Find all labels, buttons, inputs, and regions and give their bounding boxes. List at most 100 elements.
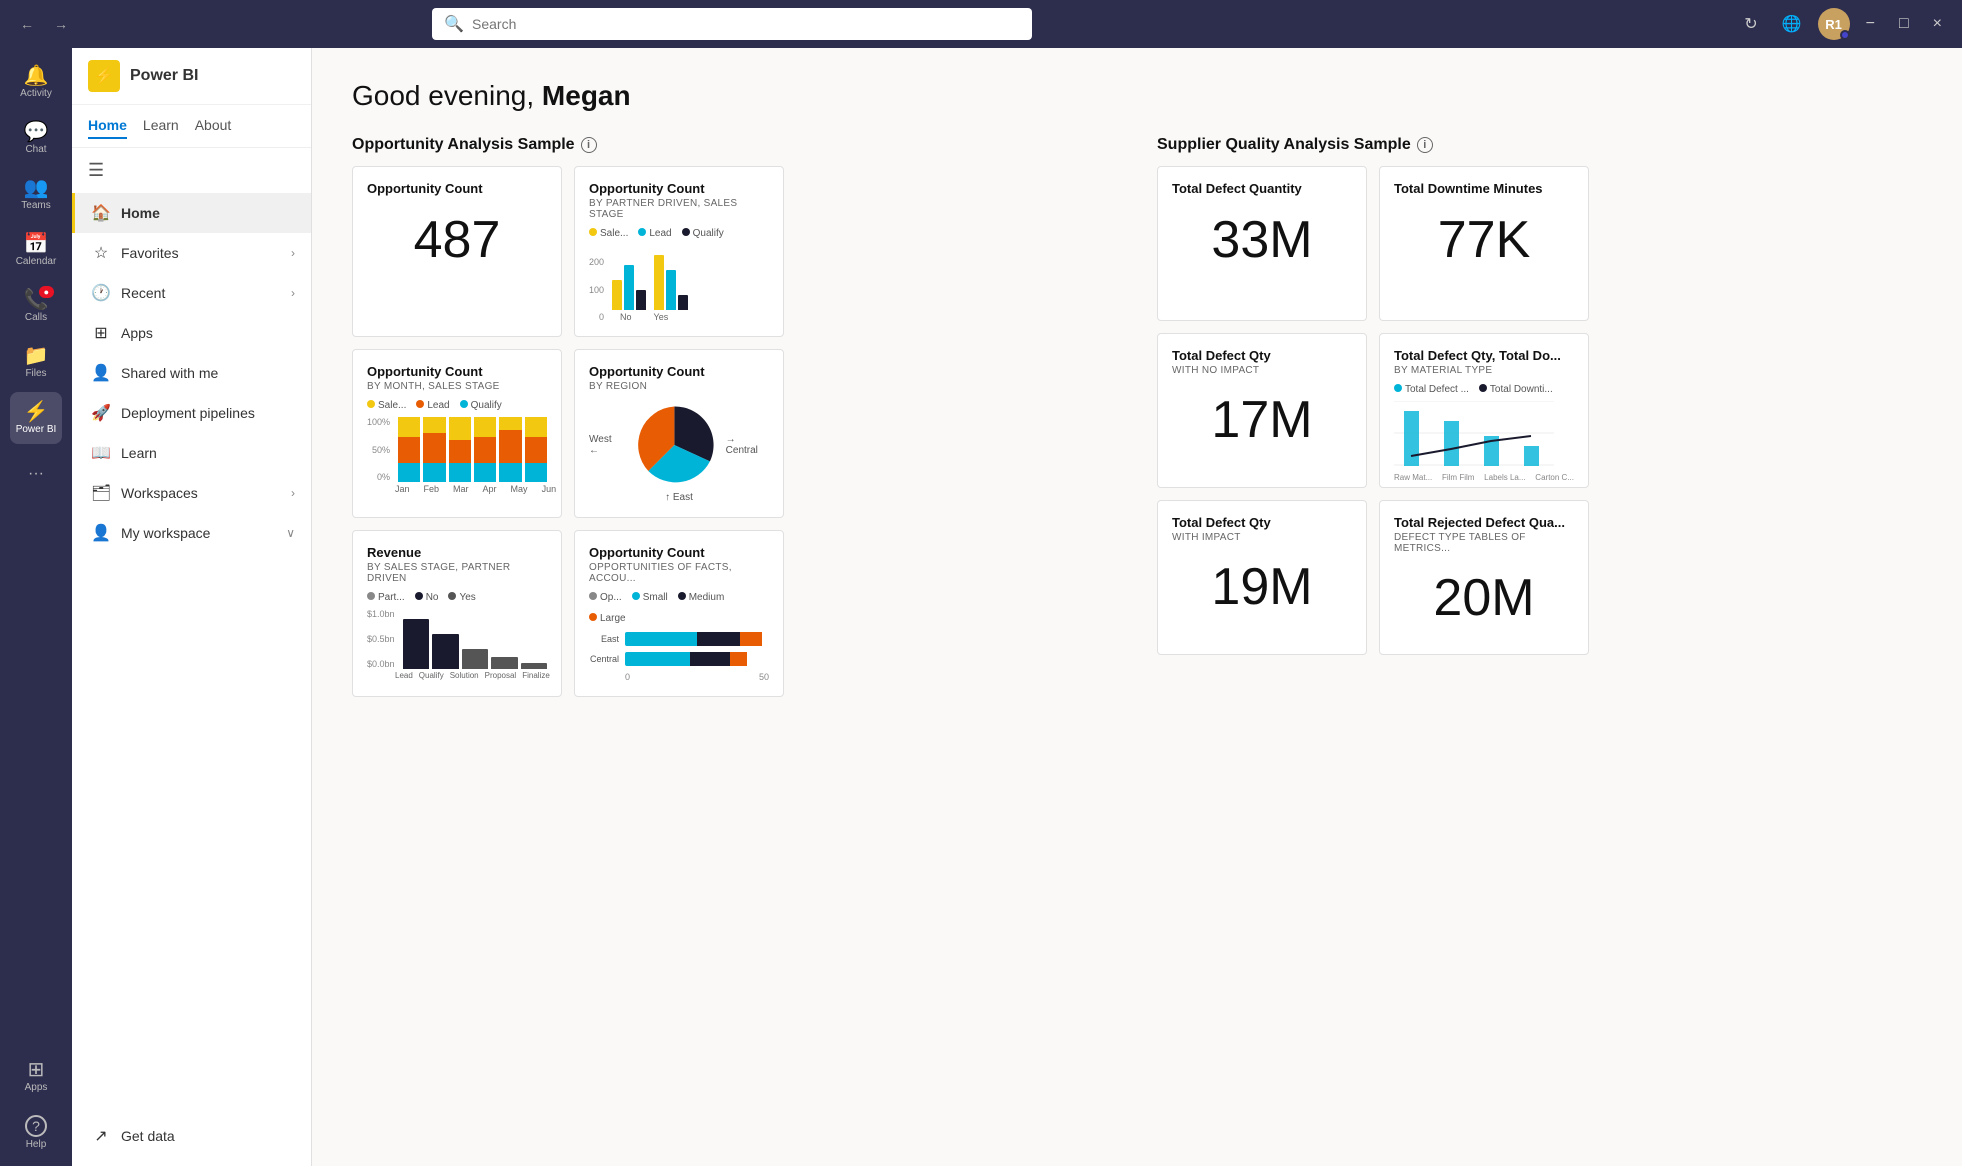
pipelines-nav-icon: 🚀	[91, 403, 111, 423]
legend-op: Op...	[589, 592, 622, 603]
card-opp-facts[interactable]: Opportunity Count OPPORTUNITIES OF FACTS…	[574, 530, 784, 697]
bar-no-qualify	[636, 290, 646, 310]
card-total-downtime[interactable]: Total Downtime Minutes 77K	[1379, 166, 1589, 321]
nav-item-shared[interactable]: 👤 Shared with me	[72, 353, 311, 393]
nav-item-getdata-label: Get data	[121, 1128, 175, 1144]
nav-item-myworkspace-label: My workspace	[121, 525, 210, 541]
sidebar-item-calls[interactable]: 📞 Calls ●	[10, 280, 62, 332]
nav-item-workspaces[interactable]: 🗂 Workspaces ›	[72, 473, 311, 513]
x-jun: Jun	[542, 484, 557, 494]
horiz-label-east: East	[589, 634, 619, 644]
y-100pct: 100%	[367, 417, 390, 427]
sidebar-item-powerbi[interactable]: ⚡ Power BI	[10, 392, 62, 444]
pbi-logo: ⚡	[88, 60, 120, 92]
card-rejected-defect[interactable]: Total Rejected Defect Qua... DEFECT TYPE…	[1379, 500, 1589, 655]
nav-item-myworkspace[interactable]: 👤 My workspace ∨	[72, 513, 311, 553]
pbi-sidebar: ⚡ Power BI Home Learn About ☰ 🏠 Home ☆ F…	[72, 48, 312, 1166]
close-button[interactable]: ×	[1925, 11, 1950, 37]
card-defect-material[interactable]: Total Defect Qty, Total Do... BY MATERIA…	[1379, 333, 1589, 488]
refresh-button[interactable]: ↻	[1736, 10, 1765, 38]
card-defect-impact[interactable]: Total Defect Qty WITH IMPACT 19M	[1157, 500, 1367, 655]
east-medium-bar	[697, 632, 740, 646]
chat-icon: 💬	[24, 122, 49, 142]
bar-yes-qualify	[678, 295, 688, 310]
opportunity-cards-grid: Opportunity Count 487 Opportunity Count …	[352, 166, 1117, 697]
getdata-nav-icon: ↗	[91, 1126, 111, 1146]
sidebar-item-more[interactable]: ···	[10, 448, 62, 500]
nav-item-apps-label: Apps	[121, 325, 153, 341]
card-opp-partner-subtitle: BY PARTNER DRIVEN, SALES STAGE	[589, 198, 769, 220]
nav-item-learn[interactable]: 📖 Learn	[72, 433, 311, 473]
nav-item-getdata[interactable]: ↗ Get data	[88, 1118, 295, 1154]
minimize-button[interactable]: −	[1858, 11, 1883, 37]
nav-item-workspaces-label: Workspaces	[121, 485, 198, 501]
pie-label-east: ↑ East	[665, 492, 693, 503]
back-button[interactable]: ←	[12, 12, 42, 36]
card-defect-material-subtitle: BY MATERIAL TYPE	[1394, 365, 1574, 376]
supplier-info-icon[interactable]: i	[1417, 137, 1433, 153]
card-total-defect-qty[interactable]: Total Defect Quantity 33M	[1157, 166, 1367, 321]
card-defect-qty-no-impact[interactable]: Total Defect Qty WITH NO IMPACT 17M	[1157, 333, 1367, 488]
card-defect-material-legend: Total Defect ... Total Downti...	[1394, 384, 1574, 395]
nav-item-favorites[interactable]: ☆ Favorites ›	[72, 233, 311, 273]
card-opp-month-subtitle: BY MONTH, SALES STAGE	[367, 381, 547, 392]
card-revenue[interactable]: Revenue BY SALES STAGE, PARTNER DRIVEN P…	[352, 530, 562, 697]
sidebar-item-chat[interactable]: 💬 Chat	[10, 112, 62, 164]
x-proposal: Proposal	[485, 671, 517, 680]
nav-item-apps[interactable]: ⊞ Apps	[72, 313, 311, 353]
bar-proposal	[491, 609, 518, 669]
legend-qualify: Qualify	[682, 228, 724, 239]
card-opp-count[interactable]: Opportunity Count 487	[352, 166, 562, 337]
card-defect-no-impact-subtitle: WITH NO IMPACT	[1172, 365, 1352, 376]
opportunity-info-icon[interactable]: i	[581, 137, 597, 153]
tab-about[interactable]: About	[195, 113, 232, 139]
horiz-bar-east: East	[589, 632, 769, 646]
card-opp-region-subtitle: BY REGION	[589, 381, 769, 392]
tab-learn[interactable]: Learn	[143, 113, 179, 139]
legend-yes-r: Yes	[448, 592, 475, 603]
powerbi-sidebar-icon: ⚡	[24, 402, 49, 422]
avatar-wrap: R1	[1818, 8, 1850, 40]
horiz-bar-central: Central	[589, 652, 769, 666]
activity-label: Activity	[20, 88, 52, 99]
sidebar-item-apps[interactable]: ⊞ Apps	[10, 1050, 62, 1102]
card-defect-impact-title: Total Defect Qty	[1172, 515, 1352, 530]
sidebar-item-activity[interactable]: 🔔 Activity	[10, 56, 62, 108]
nav-item-pipelines[interactable]: 🚀 Deployment pipelines	[72, 393, 311, 433]
legend-sale: Sale...	[589, 228, 628, 239]
card-defect-no-impact-value: 17M	[1172, 392, 1352, 449]
card-opp-count-region[interactable]: Opportunity Count BY REGION West ←	[574, 349, 784, 518]
home-nav-icon: 🏠	[91, 203, 111, 223]
shared-nav-icon: 👤	[91, 363, 111, 383]
card-revenue-subtitle: BY SALES STAGE, PARTNER DRIVEN	[367, 562, 547, 584]
material-x3: Labels La...	[1484, 473, 1525, 482]
nav-item-recent[interactable]: 🕐 Recent ›	[72, 273, 311, 313]
help-icon: ?	[25, 1115, 47, 1137]
sidebar-item-help[interactable]: ? Help	[10, 1106, 62, 1158]
search-input[interactable]	[472, 16, 1020, 32]
forward-button[interactable]: →	[46, 12, 76, 36]
supplier-section: Supplier Quality Analysis Sample i Total…	[1157, 136, 1922, 697]
card-defect-qty-title: Total Defect Quantity	[1172, 181, 1352, 196]
search-bar[interactable]: 🔍	[432, 8, 1032, 40]
sidebar-item-calendar[interactable]: 📅 Calendar	[10, 224, 62, 276]
pbi-header: ⚡ Power BI	[72, 48, 311, 105]
card-opp-count-partner[interactable]: Opportunity Count BY PARTNER DRIVEN, SAL…	[574, 166, 784, 337]
sidebar-item-teams[interactable]: 👥 Teams	[10, 168, 62, 220]
legend-total-defect: Total Defect ...	[1394, 384, 1469, 395]
card-downtime-value: 77K	[1394, 212, 1574, 269]
globe-button[interactable]: 🌐	[1774, 10, 1810, 38]
nav-item-learn-label: Learn	[121, 445, 157, 461]
nav-item-home[interactable]: 🏠 Home	[72, 193, 311, 233]
hamburger-button[interactable]: ☰	[72, 148, 311, 193]
sidebar-item-files[interactable]: 📁 Files	[10, 336, 62, 388]
tab-home[interactable]: Home	[88, 113, 127, 139]
title-bar: ← → 🔍 ↻ 🌐 R1 − □ ×	[0, 0, 1962, 48]
material-x4: Carton C...	[1535, 473, 1574, 482]
search-icon: 🔍	[444, 14, 464, 34]
maximize-button[interactable]: □	[1891, 11, 1917, 37]
recent-arrow-icon: ›	[291, 286, 295, 300]
card-opp-count-month[interactable]: Opportunity Count BY MONTH, SALES STAGE …	[352, 349, 562, 518]
pbi-top-nav: Home Learn About	[72, 105, 311, 148]
stacked-jan	[398, 417, 420, 482]
